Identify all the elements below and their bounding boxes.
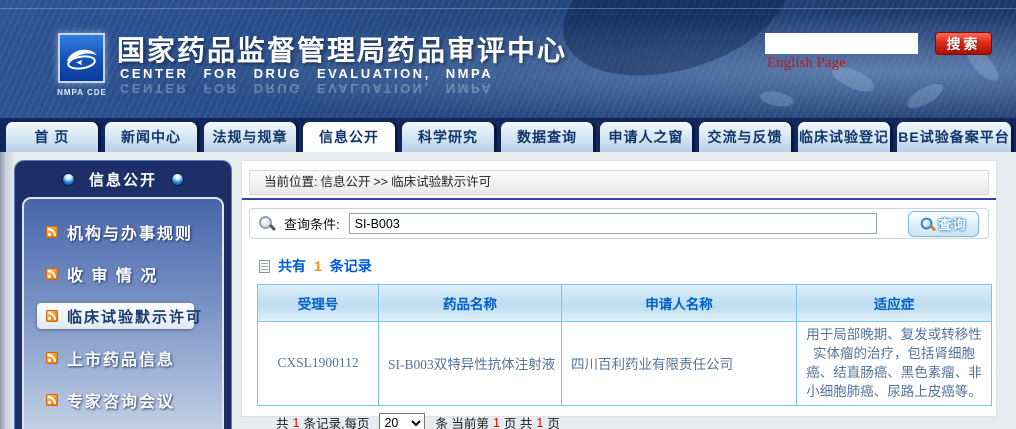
nav-tab-information-disclosure[interactable]: 信息公开 — [303, 122, 395, 152]
column-header-drug-name: 药品名称 — [379, 285, 562, 322]
nav-tab-science[interactable]: 科学研究 — [402, 122, 494, 152]
pagination-text: 共 — [276, 413, 289, 429]
query-label: 查询条件: — [284, 214, 340, 233]
result-count-line: 共有 1 条记录 — [259, 256, 996, 276]
sidebar-item-label: 专家咨询会议 — [67, 388, 175, 412]
magnifier-icon — [921, 217, 934, 230]
page: NMPA CDE 国家药品监督管理局药品审评中心 CENTER FOR DRUG… — [0, 0, 1016, 429]
query-button-label: 查询 — [938, 214, 966, 233]
left-gutter — [0, 152, 14, 429]
pagination-text: 条 当前第 — [435, 413, 488, 429]
blue-divider — [242, 198, 996, 200]
rss-square-icon — [46, 352, 58, 364]
sidebar-item-label: 收 审 情 况 — [67, 262, 158, 286]
query-bar: 查询条件: 查询 — [249, 208, 989, 239]
nav-tab-data-query[interactable]: 数据查询 — [501, 122, 593, 152]
results-table: 受理号 药品名称 申请人名称 适应症 CXSL1900112 SI-B003双特… — [257, 284, 992, 406]
content-wrap: 当前位置: 信息公开 >> 临床试验默示许可 查询条件: 查询 — [232, 152, 1016, 429]
sidebar: 信息公开 机构与办事规则 收 审 情 况 临床试验默示许可 — [14, 160, 232, 429]
page-body: 信息公开 机构与办事规则 收 审 情 况 临床试验默示许可 — [0, 152, 1016, 429]
site-title-en-reflection: CENTER FOR DRUG EVALUATION, NMPA — [120, 81, 493, 96]
sphere-icon — [62, 173, 75, 186]
table-header-row: 受理号 药品名称 申请人名称 适应症 — [258, 285, 992, 322]
nav-tab-regulations[interactable]: 法规与规章 — [204, 122, 296, 152]
site-search-button[interactable]: 搜索 — [935, 32, 992, 55]
table-row[interactable]: CXSL1900112 SI-B003双特异性抗体注射液 四川百利药业有限责任公… — [258, 322, 992, 406]
sidebar-item-clinical-trial-implied-license[interactable]: 临床试验默示许可 — [37, 303, 194, 329]
pagination-current-page: 1 — [493, 416, 500, 429]
main-nav: 首 页 新闻中心 法规与规章 信息公开 科学研究 数据查询 申请人之窗 交流与反… — [0, 118, 1016, 152]
nav-tab-news[interactable]: 新闻中心 — [105, 122, 197, 152]
nav-tab-clinical-trial-registry[interactable]: 临床试验登记 — [798, 122, 890, 152]
sidebar-panel: 机构与办事规则 收 审 情 况 临床试验默示许可 上市药品信息 专家咨询会议 — [22, 197, 224, 429]
column-header-applicant-name: 申请人名称 — [562, 285, 797, 322]
cell-indication: 用于局部晚期、复发或转移性实体瘤的治疗，包括肾细胞癌、结直肠癌、黑色素瘤、非小细… — [797, 322, 992, 406]
cell-acceptance-number: CXSL1900112 — [258, 322, 379, 406]
cde-logo-icon[interactable] — [58, 33, 105, 83]
rss-square-icon — [46, 226, 58, 238]
cell-drug-name: SI-B003双特异性抗体注射液 — [379, 322, 562, 406]
sidebar-item-label: 上市药品信息 — [67, 346, 175, 370]
site-title-cn: 国家药品监督管理局药品审评中心 — [117, 29, 567, 69]
pagination-total-pages: 1 — [536, 416, 543, 429]
nav-tab-feedback[interactable]: 交流与反馈 — [699, 122, 791, 152]
cell-applicant-name: 四川百利药业有限责任公司 — [562, 322, 797, 406]
sidebar-item-expert-advisory-meeting[interactable]: 专家咨询会议 — [24, 379, 222, 421]
site-title-en: CENTER FOR DRUG EVALUATION, NMPA — [120, 66, 493, 81]
page-size-select[interactable]: 20 — [379, 413, 425, 429]
rss-square-icon — [46, 394, 58, 406]
sidebar-header: 信息公开 — [15, 161, 231, 197]
result-count-number: 1 — [314, 258, 322, 274]
sidebar-item-rules[interactable]: 机构与办事规则 — [24, 211, 222, 253]
result-count-prefix: 共有 — [278, 256, 306, 276]
sphere-icon — [171, 173, 184, 186]
magnifier-icon — [259, 216, 275, 232]
pagination-total-records: 1 — [293, 416, 300, 429]
pagination-text: 条记录,每页 — [303, 413, 369, 429]
breadcrumb-page-link[interactable]: 临床试验默示许可 — [391, 171, 491, 194]
breadcrumb: 当前位置: 信息公开 >> 临床试验默示许可 — [249, 170, 989, 195]
pagination: 共 1 条记录,每页 20 条 当前第 1 页 共 1 页 — [276, 412, 996, 429]
sidebar-title-label: 信息公开 — [89, 169, 157, 190]
sidebar-item-acceptance-review[interactable]: 收 审 情 况 — [24, 253, 222, 295]
content-panel: 当前位置: 信息公开 >> 临床试验默示许可 查询条件: 查询 — [241, 160, 997, 417]
pagination-text: 页 共 — [504, 413, 532, 429]
rss-square-icon — [46, 310, 58, 322]
sidebar-item-marketed-drug-info[interactable]: 上市药品信息 — [24, 337, 222, 379]
header-top-line — [0, 8, 1016, 9]
breadcrumb-section-link[interactable]: 信息公开 — [320, 171, 370, 194]
breadcrumb-prefix: 当前位置: — [264, 171, 317, 194]
column-header-indication: 适应症 — [797, 285, 992, 322]
query-input[interactable] — [349, 213, 877, 234]
nav-tab-home[interactable]: 首 页 — [6, 122, 98, 152]
rss-square-icon — [46, 268, 58, 280]
column-header-acceptance-number: 受理号 — [258, 285, 379, 322]
sidebar-item-label: 机构与办事规则 — [67, 220, 193, 244]
nav-tab-be-trial-platform[interactable]: BE试验备案平台 — [897, 122, 1011, 152]
sidebar-item-label: 临床试验默示许可 — [67, 306, 203, 327]
pagination-text: 页 — [547, 413, 560, 429]
result-count-suffix: 条记录 — [330, 256, 372, 276]
document-icon — [259, 260, 270, 273]
site-search-input[interactable] — [765, 33, 918, 54]
logo-caption: NMPA CDE — [46, 88, 118, 97]
english-page-link[interactable]: English Page — [767, 55, 846, 72]
site-header: NMPA CDE 国家药品监督管理局药品审评中心 CENTER FOR DRUG… — [0, 0, 1016, 118]
nav-tab-applicant-window[interactable]: 申请人之窗 — [600, 122, 692, 152]
breadcrumb-separator: >> — [374, 171, 389, 194]
query-button[interactable]: 查询 — [908, 211, 979, 237]
